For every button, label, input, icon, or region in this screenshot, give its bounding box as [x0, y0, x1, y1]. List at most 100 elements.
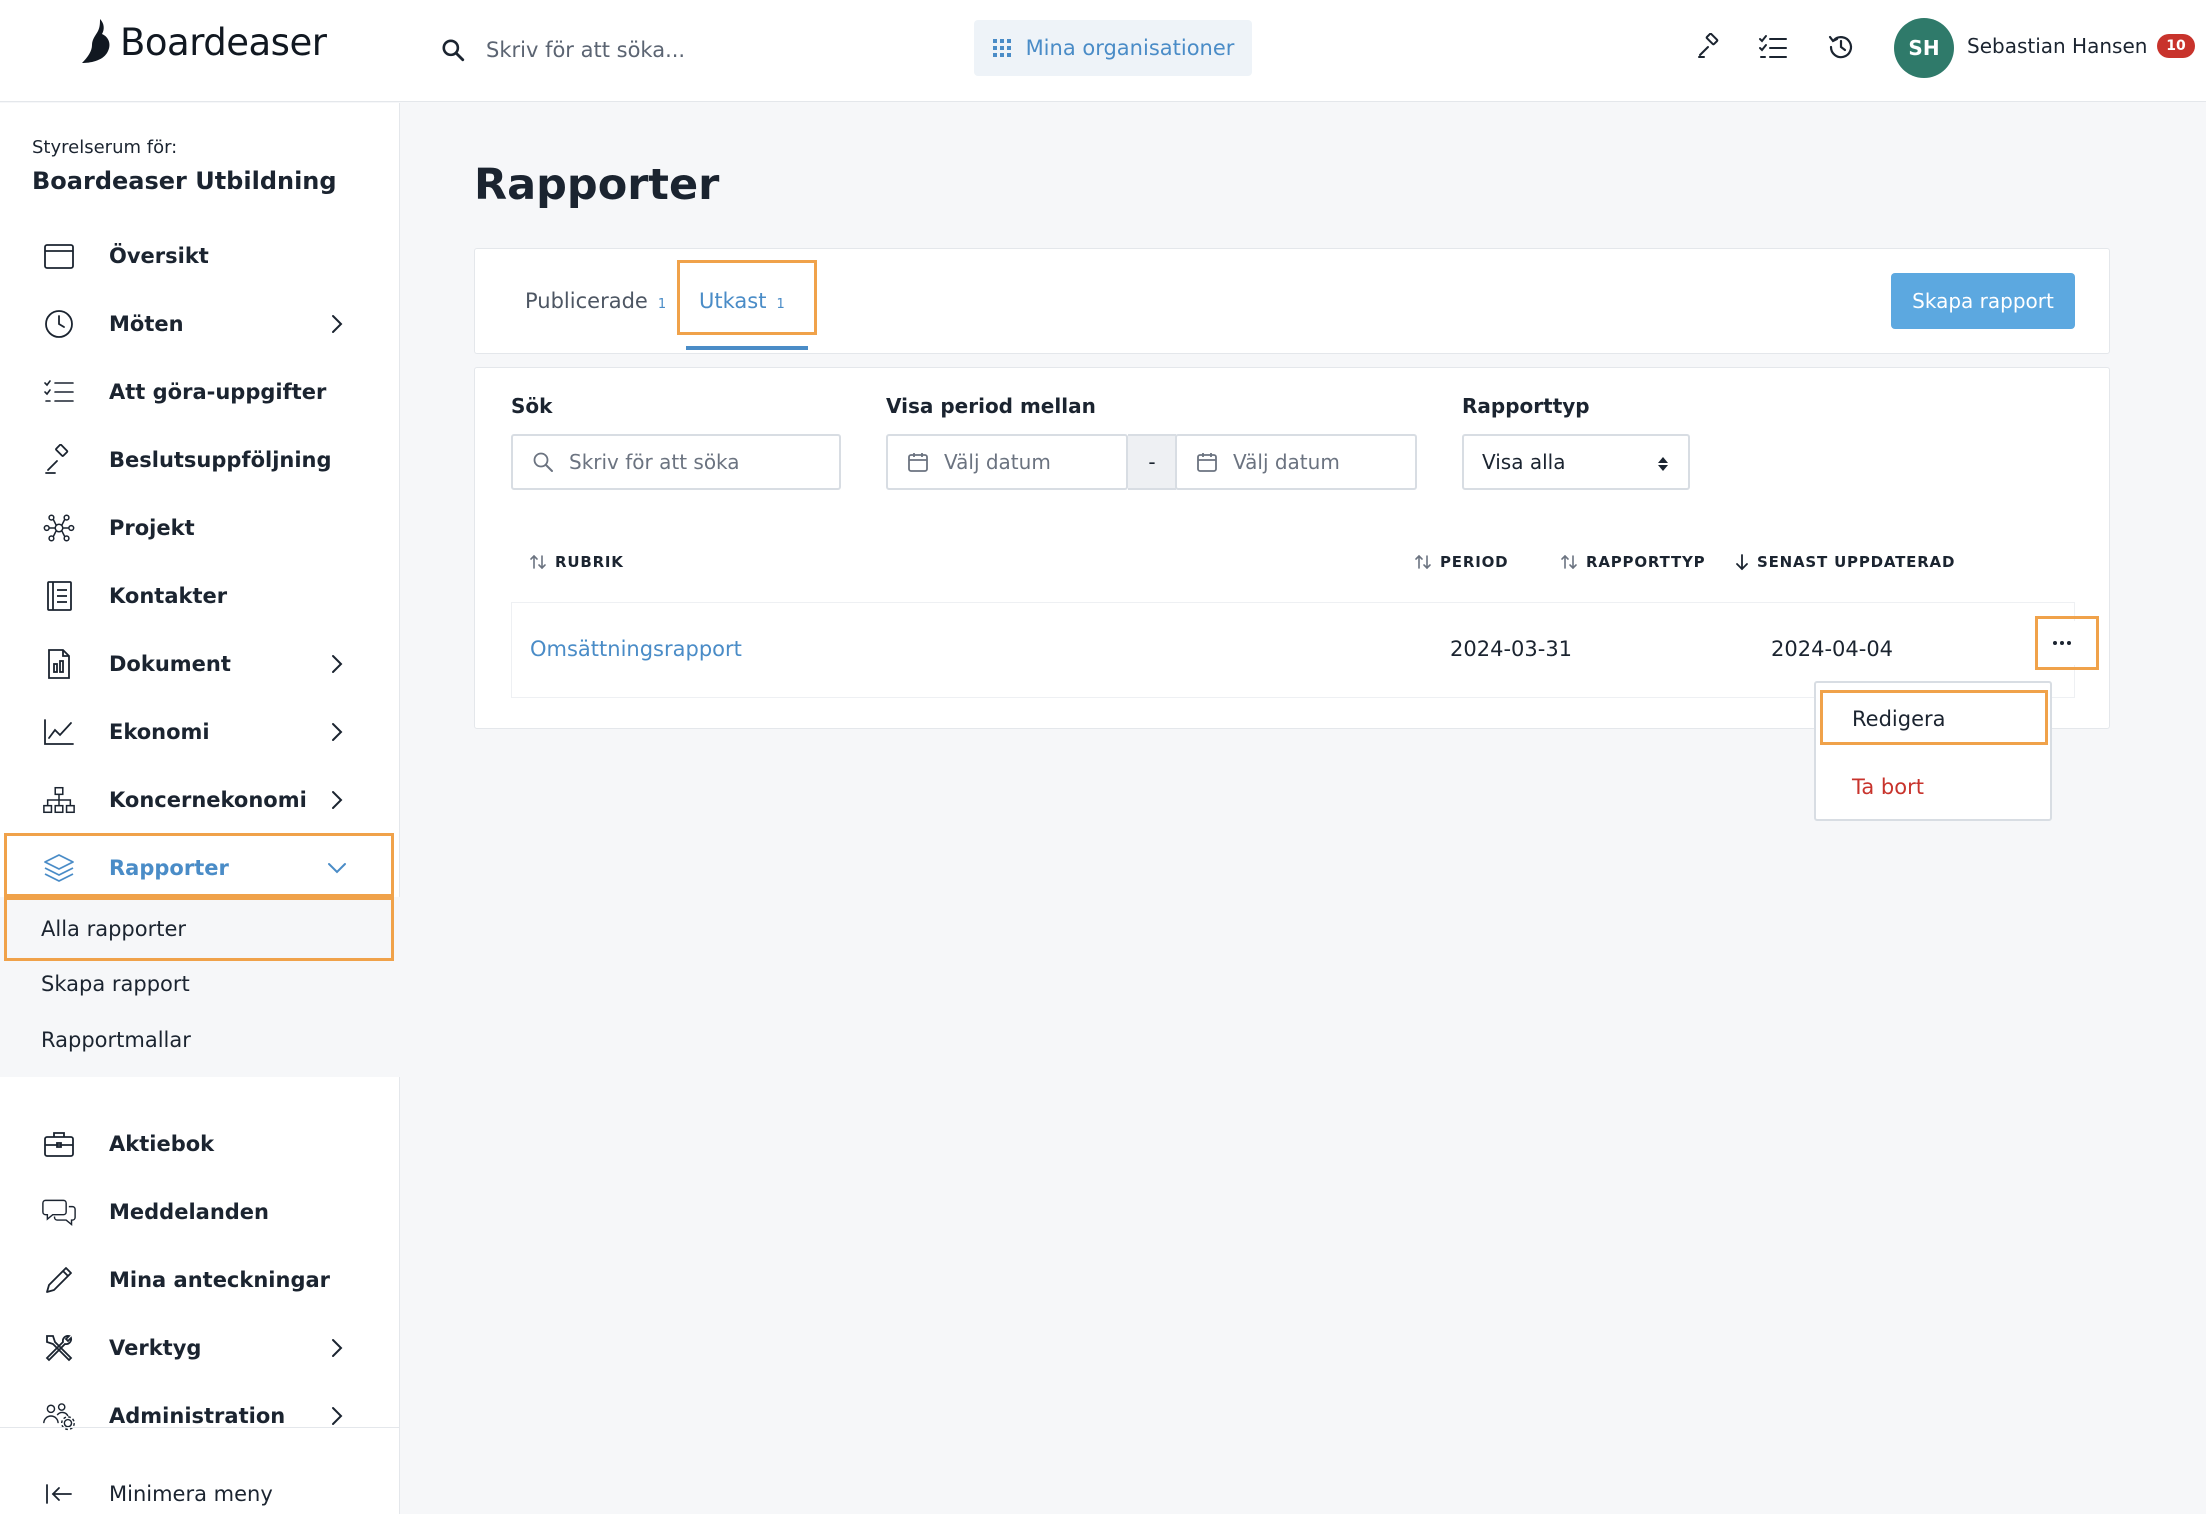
select-arrows-icon [1658, 457, 1668, 471]
active-tab-indicator [686, 346, 808, 350]
collapse-menu-button[interactable]: Minimera meny [0, 1461, 400, 1514]
sidebar-item-label: Att göra-uppgifter [109, 380, 327, 404]
menu-item-edit[interactable]: Redigera [1852, 707, 1946, 731]
sidebar-item-tasks[interactable]: Att göra-uppgifter [0, 359, 400, 425]
date-to-input[interactable]: Välj datum [1175, 434, 1417, 490]
date-from-input[interactable]: Välj datum [886, 434, 1128, 490]
search-label: Sök [511, 394, 553, 418]
collapse-menu-label: Minimera meny [109, 1482, 273, 1506]
sidebar-item-label: Möten [109, 312, 184, 336]
my-organisations-label: Mina organisationer [1025, 36, 1235, 60]
my-organisations-button[interactable]: Mina organisationer [974, 20, 1252, 76]
gavel-icon[interactable] [1693, 30, 1727, 64]
report-search-input[interactable]: Skriv för att söka [511, 434, 841, 490]
global-search[interactable] [440, 30, 786, 70]
sidebar-item-oversikt[interactable]: Översikt [0, 223, 400, 289]
search-icon [442, 39, 465, 62]
briefcase-icon [42, 1127, 76, 1161]
calendar-icon [42, 239, 76, 273]
pencil-icon [42, 1263, 76, 1297]
tab-drafts[interactable]: Utkast 1 [699, 289, 785, 313]
grid-icon [992, 39, 1011, 57]
column-label: SENAST UPPDATERAD [1757, 553, 1956, 571]
chevron-right-icon [332, 655, 343, 673]
sidebar-item-label: Kontakter [109, 584, 228, 608]
global-search-input[interactable] [486, 38, 786, 62]
chevron-right-icon [332, 1407, 343, 1425]
brand-logo[interactable]: Boardeaser [78, 16, 327, 68]
tab-published[interactable]: Publicerade 1 [525, 289, 666, 313]
layers-icon [42, 851, 76, 885]
reports-panel: Sök Skriv för att söka Visa period mella… [474, 367, 2110, 729]
menu-item-delete[interactable]: Ta bort [1852, 775, 1924, 799]
notification-badge[interactable]: 10 [2157, 34, 2195, 58]
rapporter-submenu: Alla rapporter Skapa rapport Rapportmall… [0, 897, 400, 1077]
history-icon[interactable] [1824, 30, 1858, 64]
column-header-report-type[interactable]: RAPPORTTYP [1560, 553, 1705, 571]
chevron-down-icon [328, 863, 346, 874]
sidebar-item-ekonomi[interactable]: Ekonomi [0, 699, 400, 765]
checklist-icon [42, 375, 76, 409]
sidebar-item-moten[interactable]: Möten [0, 291, 400, 357]
search-icon [533, 452, 553, 472]
organisation-name[interactable]: Boardeaser Utbildning [32, 167, 337, 195]
sidebar-item-label: Rapporter [109, 856, 229, 880]
row-actions-button[interactable] [2036, 621, 2088, 665]
report-updated: 2024-04-04 [1771, 637, 1894, 661]
sidebar-item-notes[interactable]: Mina anteckningar [0, 1247, 400, 1313]
tab-label: Publicerade [525, 289, 648, 313]
sidebar-item-label: Verktyg [109, 1336, 202, 1360]
org-chart-icon [42, 783, 76, 817]
date-to-placeholder: Välj datum [1233, 450, 1340, 474]
column-header-title[interactable]: RUBRIK [529, 553, 624, 571]
chevron-right-icon [332, 791, 343, 809]
report-period: 2024-03-31 [1450, 637, 1573, 661]
document-icon [42, 647, 76, 681]
collapse-arrow-icon [42, 1477, 76, 1511]
calendar-icon [1197, 453, 1217, 472]
boardroom-caption: Styrelserum för: [32, 137, 178, 158]
sidebar-item-label: Beslutsuppföljning [109, 448, 332, 472]
sort-desc-icon [1736, 554, 1748, 571]
clock-icon [42, 307, 76, 341]
sidebar-item-label: Projekt [109, 516, 195, 540]
sort-both-icon [1415, 554, 1431, 570]
sidebar-item-rapporter[interactable]: Rapporter [0, 835, 400, 901]
user-avatar[interactable]: SH [1894, 18, 1954, 78]
sidebar-item-meddelanden[interactable]: Meddelanden [0, 1179, 400, 1245]
sidebar-item-kontakter[interactable]: Kontakter [0, 563, 400, 629]
sidebar-item-dokument[interactable]: Dokument [0, 631, 400, 697]
top-bar: Boardeaser Mina organisationer SH [0, 0, 2206, 102]
date-from-placeholder: Välj datum [944, 450, 1051, 474]
sidebar-item-decisions[interactable]: Beslutsuppföljning [0, 427, 400, 493]
page-title: Rapporter [474, 160, 720, 210]
chevron-right-icon [332, 1339, 343, 1357]
boardeaser-logo-icon [82, 19, 110, 63]
submenu-item-report-templates[interactable]: Rapportmallar [41, 1028, 191, 1052]
create-report-button[interactable]: Skapa rapport [1891, 273, 2075, 329]
chat-icon [42, 1195, 76, 1229]
sidebar-item-label: Koncernekonomi [109, 788, 307, 812]
tools-icon [42, 1331, 76, 1365]
sidebar-item-projekt[interactable]: Projekt [0, 495, 400, 561]
sidebar-item-koncernekonomi[interactable]: Koncernekonomi [0, 767, 400, 833]
column-header-last-updated[interactable]: SENAST UPPDATERAD [1735, 553, 1955, 571]
report-type-label: Rapporttyp [1462, 394, 1590, 418]
sidebar-item-verktyg[interactable]: Verktyg [0, 1315, 400, 1381]
report-search-placeholder: Skriv för att söka [569, 450, 740, 474]
brand-name: Boardeaser [120, 20, 327, 64]
column-header-period[interactable]: PERIOD [1414, 553, 1508, 571]
sidebar-item-administration[interactable]: Administration [0, 1383, 400, 1449]
checklist-icon[interactable] [1756, 30, 1790, 64]
sort-both-icon [530, 554, 546, 570]
report-type-select[interactable]: Visa alla [1462, 434, 1690, 490]
sidebar-divider [0, 1427, 400, 1428]
sort-both-icon [1561, 554, 1577, 570]
sidebar-item-aktiebok[interactable]: Aktiebok [0, 1111, 400, 1177]
submenu-item-all-reports[interactable]: Alla rapporter [41, 917, 186, 941]
address-book-icon [42, 579, 76, 613]
report-title-link[interactable]: Omsättningsrapport [530, 637, 742, 661]
user-name[interactable]: Sebastian Hansen [1967, 34, 2147, 58]
report-type-value: Visa alla [1482, 450, 1566, 474]
submenu-item-create-report[interactable]: Skapa rapport [41, 972, 190, 996]
